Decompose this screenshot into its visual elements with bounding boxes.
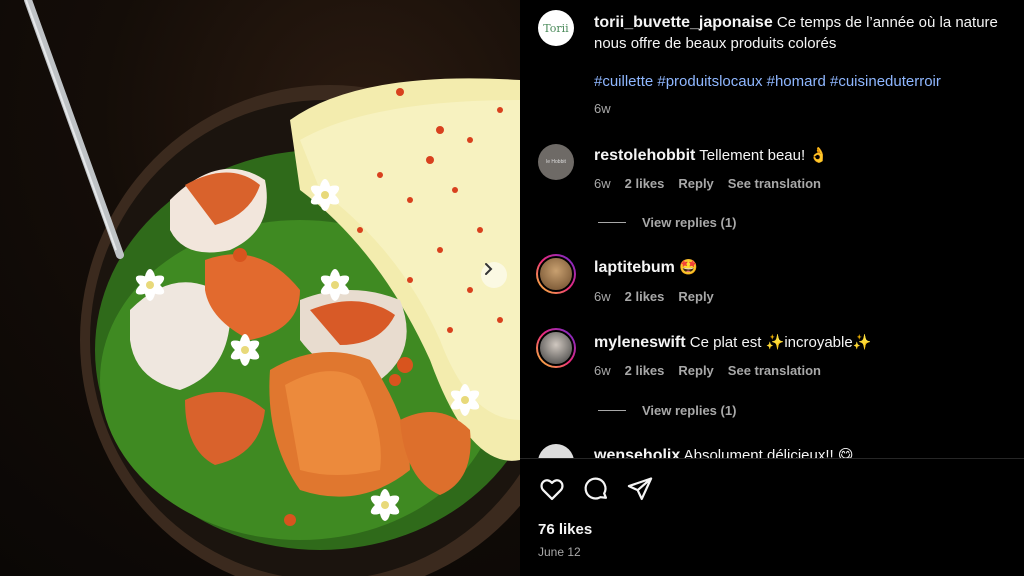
reply-button[interactable]: Reply — [678, 176, 713, 191]
caption-meta: 6w — [594, 101, 611, 116]
author-avatar-text: Torii — [543, 21, 569, 35]
comment-body: restolehobbit Tellement beau! 👌 — [594, 146, 1024, 166]
comment-meta: 6w 2 likes Reply See translation — [594, 176, 821, 191]
hashtag-link[interactable]: #homard — [767, 73, 826, 90]
comment-body: myleneswift Ce plat est ✨incroyable✨ — [594, 333, 1024, 353]
food-image — [24, 0, 520, 576]
comment-text: Ce plat est ✨incroyable✨ — [689, 334, 872, 351]
view-replies-button[interactable]: View replies (1) — [598, 403, 736, 418]
chevron-right-icon — [485, 263, 493, 275]
comment-username[interactable]: wenseholix — [594, 447, 680, 458]
see-translation-button[interactable]: See translation — [728, 363, 821, 378]
comment-body: laptitebum 🤩 — [594, 258, 1024, 278]
comments-list[interactable]: Torii torii_buvette_japonaise Ce temps d… — [520, 0, 1024, 458]
reply-button[interactable]: Reply — [678, 289, 713, 304]
hashtags: #cuillette #produitslocaux #homard #cuis… — [594, 73, 941, 90]
comment-avatar[interactable] — [536, 328, 576, 368]
post-date: June 12 — [538, 545, 581, 559]
comment-age: 6w — [594, 363, 611, 378]
post-actions: 76 likes June 12 — [520, 458, 1024, 576]
next-image-button[interactable] — [481, 262, 507, 288]
view-replies-label: View replies (1) — [642, 215, 737, 230]
comment-text: 🤩 — [679, 259, 698, 276]
comment-avatar[interactable] — [538, 444, 574, 458]
reply-button[interactable]: Reply — [678, 363, 713, 378]
see-translation-button[interactable]: See translation — [728, 176, 821, 191]
comment-username[interactable]: laptitebum — [594, 259, 675, 276]
comment-username[interactable]: myleneswift — [594, 334, 686, 351]
comment-username[interactable]: restolehobbit — [594, 147, 695, 164]
comment-likes[interactable]: 2 likes — [625, 363, 665, 378]
comment-text: Absolument délicieux!! 😋 — [683, 447, 854, 458]
comment-age: 6w — [594, 289, 611, 304]
caption-age: 6w — [594, 101, 611, 116]
author-avatar[interactable]: Torii — [538, 10, 574, 46]
hashtag-link[interactable]: #cuillette — [594, 73, 653, 90]
divider — [598, 222, 626, 223]
comment-avatar-text: le Hobbit — [546, 159, 566, 165]
comment-meta: 6w 2 likes Reply See translation — [594, 363, 821, 378]
comment-body: wenseholix Absolument délicieux!! 😋 — [594, 446, 1024, 458]
hashtag-link[interactable]: #cuisineduterroir — [830, 73, 941, 90]
post-photo — [0, 0, 520, 576]
comment-likes[interactable]: 2 likes — [625, 289, 665, 304]
comment-avatar[interactable] — [536, 254, 576, 294]
view-replies-label: View replies (1) — [642, 403, 737, 418]
heart-icon[interactable] — [538, 475, 566, 503]
comment-age: 6w — [594, 176, 611, 191]
caption-text-line1: Ce temps de l’année où la nature — [776, 14, 998, 31]
likes-count[interactable]: 76 likes — [538, 521, 592, 538]
comment-avatar[interactable]: le Hobbit — [538, 144, 574, 180]
caption-text-line2: nous offre de beaux produits colorés — [594, 35, 837, 52]
post-side-panel: Torii torii_buvette_japonaise Ce temps d… — [520, 0, 1024, 576]
view-replies-button[interactable]: View replies (1) — [598, 215, 736, 230]
share-icon[interactable] — [626, 475, 654, 503]
hashtag-link[interactable]: #produitslocaux — [657, 73, 762, 90]
divider — [598, 410, 626, 411]
comment-likes[interactable]: 2 likes — [625, 176, 665, 191]
comment-icon[interactable] — [582, 475, 610, 503]
author-username[interactable]: torii_buvette_japonaise — [594, 14, 773, 31]
caption: torii_buvette_japonaise Ce temps de l’an… — [594, 13, 1024, 33]
comment-meta: 6w 2 likes Reply — [594, 289, 714, 304]
comment-text: Tellement beau! 👌 — [699, 147, 828, 164]
